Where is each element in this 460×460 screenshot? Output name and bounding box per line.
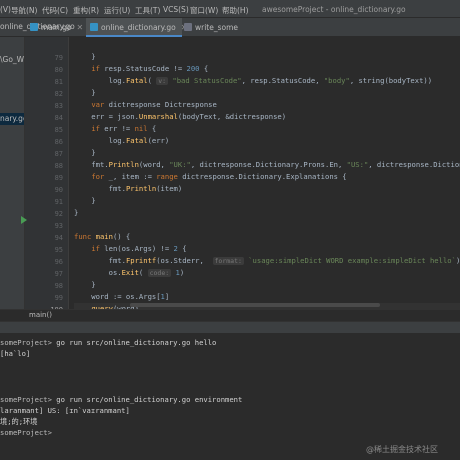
- function-breadcrumb[interactable]: main(): [29, 311, 52, 319]
- menu-code[interactable]: 代码(C): [42, 5, 68, 16]
- code-line[interactable]: os.Exit( code: 1): [74, 267, 184, 279]
- line-number: 93: [54, 222, 63, 230]
- menu-help[interactable]: 帮助(H): [222, 5, 249, 16]
- terminal-line: [ha`lo]: [0, 348, 30, 359]
- go-file-icon: [30, 23, 38, 31]
- horizontal-scrollbar[interactable]: [130, 303, 380, 307]
- line-number: 86: [54, 138, 63, 146]
- terminal-text: 境;的;环境: [0, 417, 38, 427]
- terminal-text: go run src/online_dictionary.go hello: [51, 338, 217, 347]
- code-line[interactable]: if resp.StatusCode != 200 {: [74, 63, 208, 75]
- terminal-panel[interactable]: someProject> go run src/online_dictionar…: [0, 333, 460, 460]
- code-line[interactable]: }: [74, 51, 95, 63]
- go-file-icon: [184, 23, 192, 31]
- terminal-prompt: someProject>: [0, 394, 52, 404]
- go-file-icon: [90, 23, 98, 31]
- project-tree-item[interactable]: \Go_W: [0, 55, 24, 64]
- line-number: 88: [54, 162, 63, 170]
- tab-label: online_dictionary.go: [101, 23, 176, 32]
- tab-write-some[interactable]: write_some: [184, 18, 244, 37]
- tab-online-dictionary[interactable]: online_dictionary.go✕: [86, 18, 187, 37]
- editor-tab-bar: online_dictionary.go main.go ✕ online_dic…: [0, 18, 460, 37]
- line-number: 82: [54, 90, 63, 98]
- window-title: awesomeProject - online_dictionary.go: [262, 5, 406, 14]
- menu-run[interactable]: 运行(U): [104, 5, 130, 16]
- code-line[interactable]: fmt.Fprintf(os.Stderr, format: `usage:si…: [74, 255, 460, 267]
- terminal-line: someProject> go run src/online_dictionar…: [0, 337, 216, 348]
- tab-main-go[interactable]: main.go ✕: [26, 18, 84, 37]
- terminal-line: 境;的;环境: [0, 416, 37, 427]
- line-number: 91: [54, 198, 63, 206]
- code-line[interactable]: err = json.Unmarshal(bodyText, &dictresp…: [74, 111, 286, 123]
- code-line[interactable]: }: [74, 147, 95, 159]
- project-tree-item-selected[interactable]: nary.go: [0, 113, 24, 125]
- menu-tools[interactable]: 工具(T): [135, 5, 160, 16]
- watermark: @稀土掘金技术社区: [366, 445, 438, 454]
- line-number: 92: [54, 210, 63, 218]
- line-number: 79: [54, 54, 63, 62]
- code-line[interactable]: fmt.Println(item): [74, 183, 183, 195]
- line-number: 89: [54, 174, 63, 182]
- line-number: 84: [54, 114, 63, 122]
- code-line[interactable]: fmt.Println(word, "UK:", dictresponse.Di…: [74, 159, 460, 171]
- line-number: 87: [54, 150, 63, 158]
- line-number: 90: [54, 186, 63, 194]
- editor-breadcrumb-bar: main(): [0, 309, 460, 321]
- line-number: 99: [54, 294, 63, 302]
- close-icon[interactable]: ✕: [76, 23, 83, 32]
- terminal-text: laranmant] US: [ɪn`vaɪranmant]: [0, 405, 130, 415]
- terminal-line: someProject> go run src/online_dictionar…: [0, 394, 242, 405]
- code-line[interactable]: }: [74, 195, 95, 207]
- line-number: 97: [54, 270, 63, 278]
- line-number: 80: [54, 66, 63, 74]
- menu-navigate[interactable]: 导航(N): [11, 5, 37, 16]
- terminal-prompt: someProject>: [0, 428, 52, 438]
- menu-bar: (V) 导航(N) 代码(C) 重构(R) 运行(U) 工具(T) VCS(S)…: [0, 0, 460, 18]
- menu-window[interactable]: 窗口(W): [190, 5, 218, 16]
- run-icon[interactable]: [21, 216, 27, 224]
- tab-label: main.go: [41, 23, 72, 32]
- line-number: 94: [54, 234, 63, 242]
- code-line[interactable]: if err != nil {: [74, 123, 156, 135]
- terminal-line: someProject>: [0, 427, 52, 438]
- code-line[interactable]: var dictresponse Dictresponse: [74, 99, 217, 111]
- project-panel: \Go_W nary.go: [0, 37, 25, 319]
- code-line[interactable]: }: [74, 279, 95, 291]
- menu-view[interactable]: (V): [0, 5, 11, 14]
- terminal-text: [ha`lo]: [0, 349, 31, 359]
- code-line[interactable]: }: [74, 207, 78, 219]
- code-editor[interactable]: } if resp.StatusCode != 200 { log.Fatal(…: [70, 37, 460, 319]
- code-line[interactable]: word := os.Args[1]: [74, 291, 169, 303]
- terminal-text: go run src/online_dictionary.go environm…: [51, 394, 243, 404]
- code-line[interactable]: for _, item := range dictresponse.Dictio…: [74, 171, 346, 183]
- line-number-gutter: 79 80 81 82 83 84 85 86 87 88 89 90 91 92 93 94 95 96 97 98…: [25, 37, 69, 338]
- code-line[interactable]: log.Fatal(err): [74, 135, 170, 147]
- line-number: 85: [54, 126, 63, 134]
- code-line[interactable]: func main() {: [74, 231, 130, 243]
- line-number: 95: [54, 246, 63, 254]
- menu-vcs[interactable]: VCS(S): [163, 5, 189, 14]
- terminal-header: [0, 321, 460, 333]
- line-number: 81: [54, 78, 63, 86]
- tab-label: write_some: [195, 23, 239, 32]
- line-number: 98: [54, 282, 63, 290]
- line-number: 96: [54, 258, 63, 266]
- code-line[interactable]: if len(os.Args) != 2 {: [74, 243, 186, 255]
- line-number: 83: [54, 102, 63, 110]
- code-line[interactable]: log.Fatal( v: "bad StatusCode", resp.Sta…: [74, 75, 432, 87]
- terminal-prompt: someProject>: [0, 338, 52, 347]
- terminal-line: laranmant] US: [ɪn`vaɪranmant]: [0, 405, 130, 416]
- code-line[interactable]: }: [74, 87, 95, 99]
- menu-refactor[interactable]: 重构(R): [73, 5, 99, 16]
